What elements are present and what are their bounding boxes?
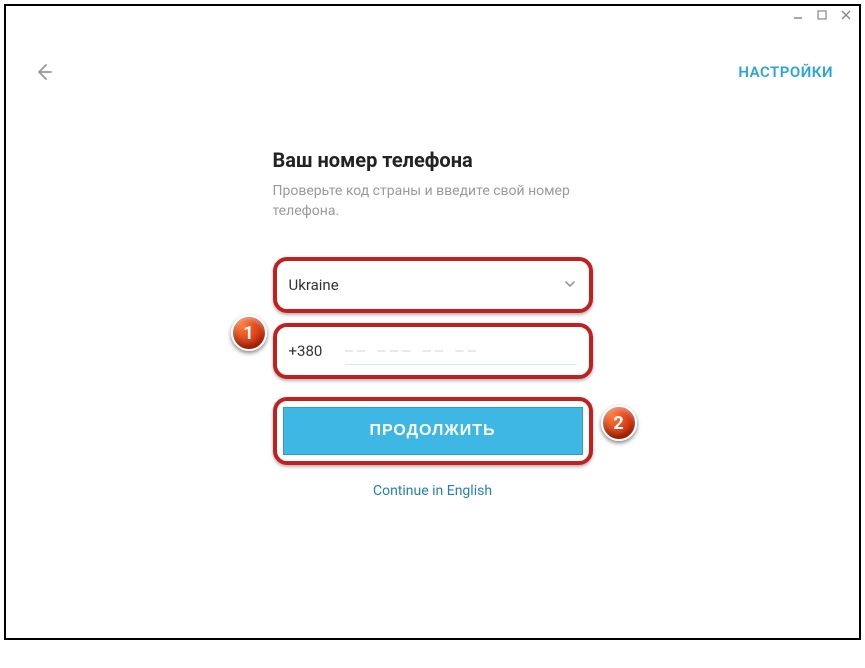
country-selected-label: Ukraine xyxy=(289,276,339,294)
page-title: Ваш номер телефона xyxy=(273,148,593,172)
window-controls xyxy=(791,8,853,22)
header: НАСТРОЙКИ xyxy=(6,60,859,84)
annotation-badge-1: 1 xyxy=(231,315,267,351)
continue-highlight: ПРОДОЛЖИТЬ xyxy=(273,397,593,465)
minimize-button[interactable] xyxy=(791,8,805,22)
phone-code: +380 xyxy=(289,342,331,360)
country-field-highlight: Ukraine xyxy=(273,257,593,313)
phone-row: +380 xyxy=(283,333,583,369)
annotation-badge-2: 2 xyxy=(601,405,637,441)
phone-input[interactable] xyxy=(345,337,577,365)
input-group: 1 Ukraine +380 xyxy=(273,257,593,379)
maximize-button[interactable] xyxy=(815,8,829,22)
main-content: Ваш номер телефона Проверьте код страны … xyxy=(273,148,593,499)
close-button[interactable] xyxy=(839,8,853,22)
language-link[interactable]: Continue in English xyxy=(273,483,593,499)
back-arrow-icon[interactable] xyxy=(32,60,56,84)
chevron-down-icon xyxy=(563,276,577,295)
country-select[interactable]: Ukraine xyxy=(283,267,583,303)
continue-wrap: ПРОДОЛЖИТЬ 2 xyxy=(273,397,593,465)
page-subtitle: Проверьте код страны и введите свой номе… xyxy=(273,182,593,221)
continue-button[interactable]: ПРОДОЛЖИТЬ xyxy=(283,407,583,455)
settings-link[interactable]: НАСТРОЙКИ xyxy=(738,63,833,81)
phone-field-highlight: +380 xyxy=(273,323,593,379)
app-window: НАСТРОЙКИ Ваш номер телефона Проверьте к… xyxy=(4,4,861,640)
